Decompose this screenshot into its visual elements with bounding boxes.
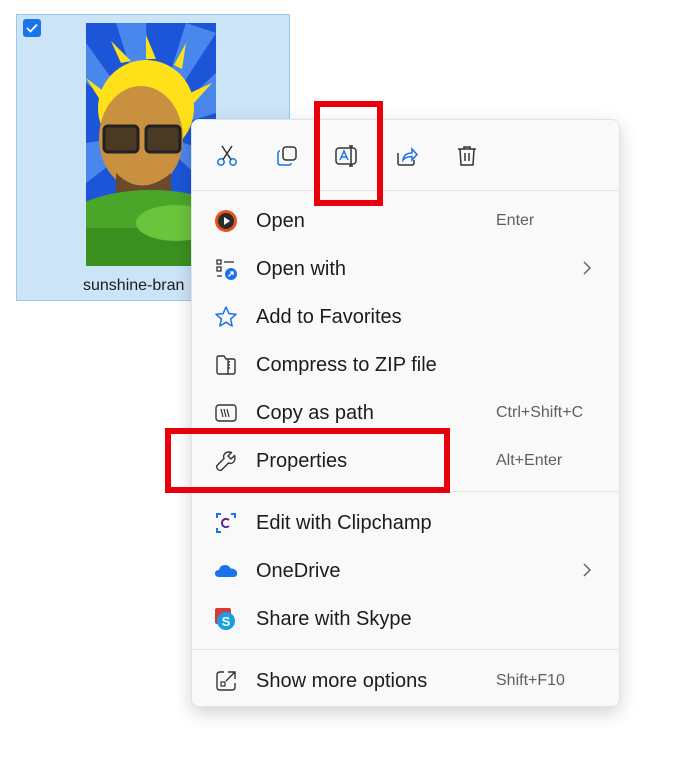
zip-icon [216,355,236,375]
separator [192,190,619,191]
checkmark-icon [26,23,38,33]
menu-item-open-with[interactable]: Open with [192,247,619,291]
copy-button[interactable] [270,139,304,173]
menu-item-label: Share with Skype [256,607,412,630]
share-button[interactable] [390,139,424,173]
path-icon [215,404,237,422]
menu-item-open[interactable]: Open Enter [192,199,619,243]
menu-item-add-to-favorites[interactable]: Add to Favorites [192,295,619,339]
chevron-right-icon [583,563,592,577]
selection-checkbox[interactable] [23,19,41,37]
open-with-icon [216,259,237,280]
onedrive-icon [215,565,238,577]
media-player-icon [215,210,237,232]
menu-item-label: Add to Favorites [256,305,402,328]
star-icon [215,306,237,327]
menu-item-share-with-skype[interactable]: S Share with Skype [192,597,619,641]
scissors-icon [217,145,237,166]
properties-highlight-box [165,428,450,493]
menu-toolbar [192,120,619,190]
menu-item-label: Show more options [256,669,428,692]
menu-item-shortcut: Shift+F10 [496,672,565,689]
context-menu: Open Enter Open with Add to Favorites Co… [191,119,620,707]
menu-item-compress-zip[interactable]: Compress to ZIP file [192,343,619,387]
menu-item-label: Copy as path [256,401,374,424]
rename-highlight-box [314,101,383,206]
menu-item-shortcut: Alt+Enter [496,452,563,469]
menu-item-edit-with-clipchamp[interactable]: Edit with Clipchamp [192,501,619,545]
menu-item-show-more-options[interactable]: Show more options Shift+F10 [192,659,619,703]
copy-icon [277,146,297,166]
menu-item-onedrive[interactable]: OneDrive [192,549,619,593]
menu-item-label: Compress to ZIP file [256,353,437,376]
clipchamp-icon [216,513,236,533]
menu-item-label: Edit with Clipchamp [256,511,432,534]
separator [192,649,619,650]
menu-item-label: Open with [256,257,347,280]
menu-item-label: OneDrive [256,559,341,582]
chevron-right-icon [583,261,592,275]
menu-item-label: Open [256,209,305,232]
cut-button[interactable] [210,139,244,173]
share-icon [397,147,419,166]
menu-item-shortcut: Enter [496,212,535,229]
trash-icon [458,146,476,166]
menu-item-shortcut: Ctrl+Shift+C [496,404,584,421]
skype-icon: S [215,608,235,630]
more-options-icon [216,671,236,691]
svg-text:S: S [222,614,231,629]
delete-button[interactable] [450,139,484,173]
